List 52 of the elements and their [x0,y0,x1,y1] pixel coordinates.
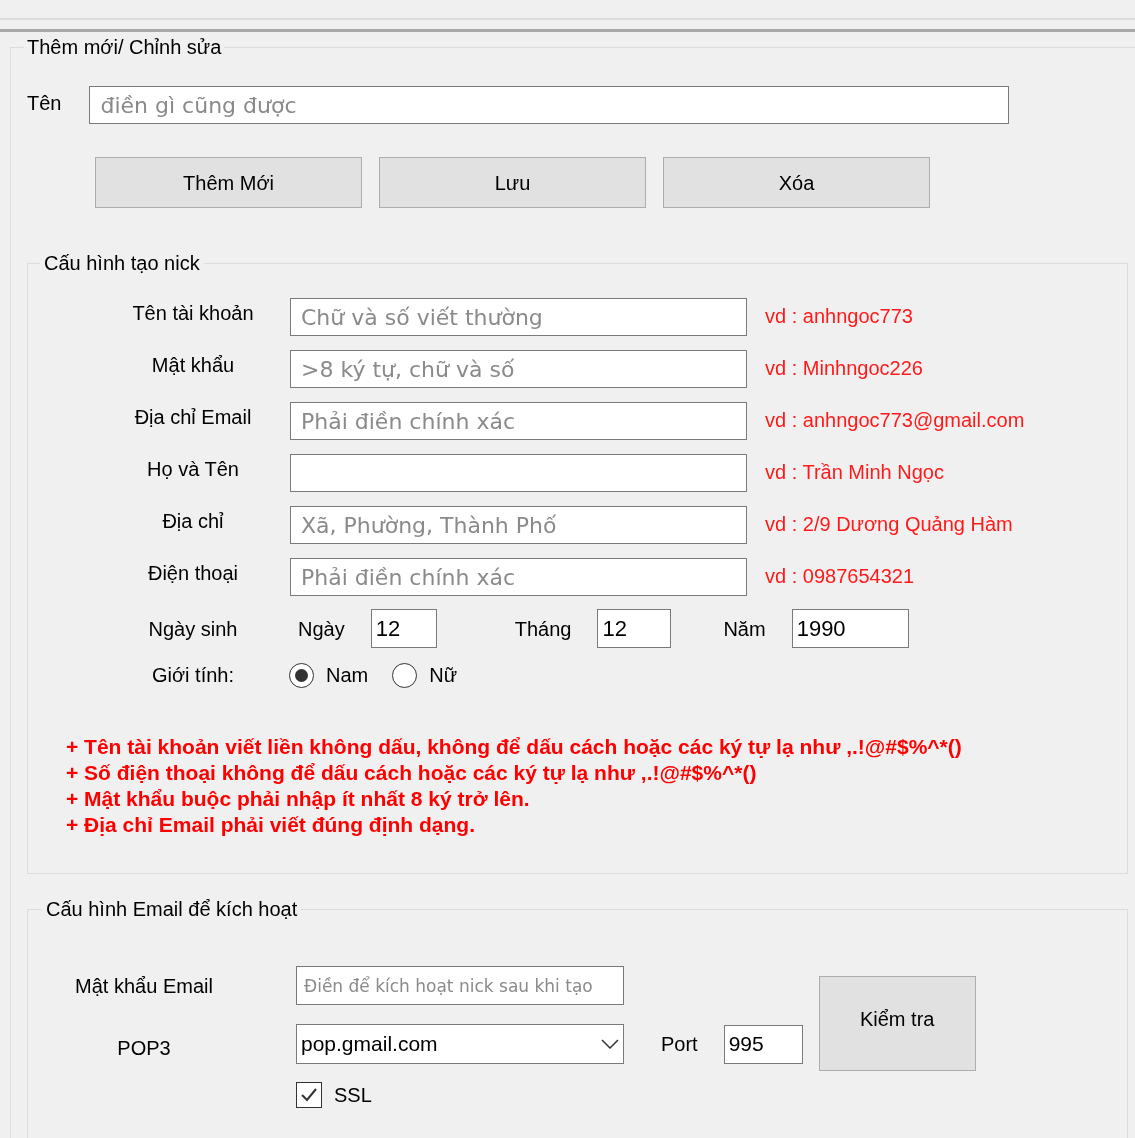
checkbox[interactable] [296,1082,322,1108]
group-title: Cấu hình tạo nick [43,251,201,276]
action-button[interactable]: Lưu [379,157,646,208]
name-input[interactable]: điền gì cũng được [89,86,1010,124]
field-label: Tháng [514,616,572,642]
radio-button[interactable] [289,662,314,688]
radio-label: Nam [326,663,369,688]
field-label: Năm [723,616,766,642]
note-text: + Số điện thoại không để dấu cách hoặc các ký tự lạ như ,.!@#$%^*() [66,760,758,786]
text-input[interactable]: Phải điền chính xác [290,558,747,596]
text-input[interactable] [290,454,747,492]
example-text: vd : 2/9 Dương Quảng Hàm [765,512,1013,537]
field-label: Giới tính: [151,663,235,688]
action-button[interactable]: Thêm Mới [95,157,362,208]
example-text: vd : Minhngoc226 [765,356,923,381]
text-input[interactable]: Chữ và số viết thường [290,298,747,336]
text-input[interactable]: Phải điền chính xác [290,402,747,440]
text-input[interactable]: Xã, Phường, Thành Phố [290,506,747,544]
field-label: Tên tài khoản [131,301,255,326]
group-title: Cấu hình Email để kích hoạt [45,897,299,922]
field-label: Mật khẩu Email [74,973,214,999]
note-text: + Địa chỉ Email phải viết đúng định dạng. [66,812,476,838]
field-label: Tên [27,91,62,116]
note-text: + Mật khẩu buộc phải nhập ít nhất 8 ký trở lên. [66,786,531,812]
field-label: Mật khẩu [150,353,236,378]
check-button[interactable]: Kiểm tra [818,976,976,1071]
checkbox-label: SSL [334,1083,372,1108]
field-label: Ngày sinh [147,616,239,642]
example-text: vd : anhngoc773@gmail.com [765,408,1025,433]
example-text: vd : 0987654321 [765,564,915,589]
action-button[interactable]: Xóa [663,157,930,208]
password-input[interactable]: Điền để kích hoạt nick sau khi tạo [296,966,624,1005]
example-text: vd : Trần Minh Ngọc [765,460,944,485]
date-input[interactable]: 12 [370,609,437,648]
example-text: vd : anhngoc773 [765,304,913,329]
chevron-down-icon [601,1039,619,1049]
group-title: Thêm mới/ Chỉnh sửa [26,35,223,60]
date-input[interactable]: 1990 [791,609,909,648]
radio-label: Nữ [429,663,458,688]
field-label: Điện thoại [146,561,240,586]
port-input[interactable]: 995 [723,1024,803,1064]
field-label: POP3 [116,1036,172,1061]
field-label: Port [661,1032,698,1057]
field-label: Địa chỉ Email [133,405,253,430]
note-text: + Tên tài khoản viết liền không dấu, không để dấu cách hoặc các ký tự lạ như ,.!@#$%^*() [66,734,963,760]
field-label: Ngày [298,616,345,642]
radio-button[interactable] [392,662,418,688]
text-input[interactable]: >8 ký tự, chữ và số [290,350,747,388]
date-input[interactable]: 12 [597,609,672,648]
pop3-dropdown[interactable]: pop.gmail.com [296,1024,624,1064]
field-label: Địa chỉ [161,509,225,534]
field-label: Họ và Tên [146,457,240,482]
